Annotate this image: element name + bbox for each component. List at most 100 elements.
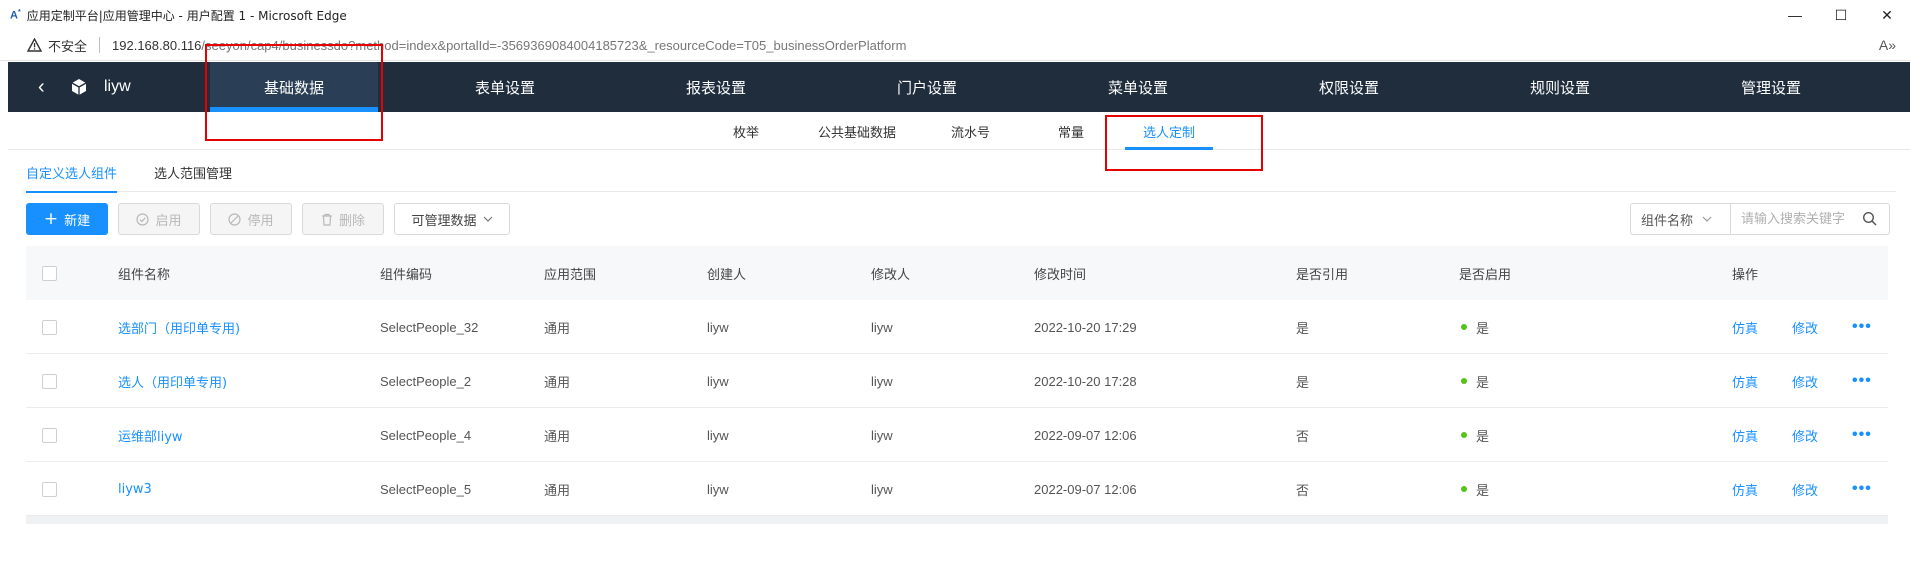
insecure-label[interactable]: 不安全 [48,36,87,55]
row-checkbox[interactable] [42,373,57,389]
subtab-constant[interactable]: 常量 [1058,112,1084,150]
col-header-creator: 创建人 [707,267,747,283]
enable-button-label: 启用 [155,213,182,229]
component-name-link[interactable]: 选人（用印单专用) [118,354,227,408]
enable-button[interactable]: 启用 [118,203,200,235]
new-button[interactable]: + 新建 [26,203,108,235]
subtab-public-basic-data[interactable]: 公共基础数据 [818,112,896,150]
sub-nav: 枚举 公共基础数据 流水号 常量 选人定制 [8,112,1910,150]
edit-button[interactable]: 修改 [1792,354,1818,408]
component-modifier: liyw [871,481,893,497]
component-modifier: liyw [871,319,893,335]
nav-tab-menu-settings[interactable]: 菜单设置 [1054,62,1222,112]
row-select-cell [42,462,57,516]
table-row: 选部门（用印单专用) SelectPeople_32 通用 liyw liyw … [26,300,1888,354]
subtab-enum[interactable]: 枚举 [733,112,759,150]
warning-icon[interactable] [26,37,42,53]
nav-tab-admin-settings[interactable]: 管理设置 [1687,62,1855,112]
close-button[interactable]: ✕ [1864,0,1910,30]
delete-button[interactable]: 删除 [302,203,384,235]
window-title: 应用定制平台|应用管理中心 - 用户配置 1 - Microsoft Edge [26,8,347,23]
component-scope: 通用 [544,429,571,445]
nav-tab-form-settings[interactable]: 表单设置 [421,62,589,112]
read-aloud-icon[interactable]: A» [1879,37,1896,53]
simulate-button[interactable]: 仿真 [1732,300,1758,354]
more-actions-icon[interactable]: ••• [1852,300,1872,354]
delete-button-label: 删除 [338,213,365,229]
nav-tab-rule-settings[interactable]: 规则设置 [1476,62,1644,112]
nav-tab-basic-data[interactable]: 基础数据 [210,62,378,112]
nav-tab-report-settings[interactable]: 报表设置 [632,62,800,112]
row-checkbox[interactable] [42,481,57,497]
subtab-serial-number[interactable]: 流水号 [951,112,990,150]
tab-custom-selector-component[interactable]: 自定义选人组件 [26,152,118,193]
current-user[interactable]: liyw [104,78,131,96]
subtab-custom-selector[interactable]: 选人定制 [1124,112,1214,150]
col-header-actions: 操作 [1732,267,1759,283]
component-modifier: liyw [871,427,893,443]
url-path: /seeyon/cap4/businessdo?method=index&por… [201,37,907,53]
component-modified-time: 2022-09-07 12:06 [1034,481,1137,497]
component-creator: liyw [707,373,729,389]
component-name-link[interactable]: liyw3 [118,462,152,516]
col-header-modified-time: 修改时间 [1034,267,1087,283]
address-bar[interactable]: 不安全 192.168.80.116/seeyon/cap4/businessd… [0,30,1910,61]
edit-button[interactable]: 修改 [1792,300,1818,354]
more-actions-icon[interactable]: ••• [1852,408,1872,462]
col-header-scope: 应用范围 [544,267,597,283]
select-all-checkbox[interactable] [42,265,57,281]
row-checkbox[interactable] [42,427,57,443]
component-enabled-status: 是 [1461,354,1489,408]
trash-icon [321,213,332,226]
row-select-cell [42,300,57,354]
search-field-select[interactable]: 组件名称 [1630,203,1730,235]
plus-icon: + [43,208,59,229]
simulate-button[interactable]: 仿真 [1732,354,1758,408]
cube-logo-icon [70,78,88,96]
component-enabled-status: 是 [1461,300,1489,354]
manage-data-dropdown[interactable]: 可管理数据 [394,203,510,235]
simulate-button[interactable]: 仿真 [1732,408,1758,462]
component-creator: liyw [707,319,729,335]
status-dot [1461,486,1467,492]
back-arrow-icon[interactable]: ‹ [38,76,60,99]
tab-selector-scope-management[interactable]: 选人范围管理 [154,152,232,192]
edit-button[interactable]: 修改 [1792,408,1818,462]
chevron-down-icon [1702,216,1712,222]
simulate-button[interactable]: 仿真 [1732,462,1758,516]
row-checkbox[interactable] [42,319,57,335]
component-name-link[interactable]: 运维部liyw [118,408,183,462]
url-text[interactable]: 192.168.80.116/seeyon/cap4/businessdo?me… [112,38,906,53]
status-text: 是 [1476,483,1490,499]
table-row: 运维部liyw SelectPeople_4 通用 liyw liyw 2022… [26,408,1888,462]
row-select-cell [42,354,57,408]
row-select-cell [42,408,57,462]
table-scroll-track[interactable] [26,516,1888,524]
component-name-link[interactable]: 选部门（用印单专用) [118,300,240,354]
col-header-modifier: 修改人 [871,267,911,283]
new-button-label: 新建 [64,213,91,229]
nav-tab-permission-settings[interactable]: 权限设置 [1265,62,1433,112]
component-table: 组件名称 组件编码 应用范围 创建人 修改人 修改时间 是否引用 是否启用 操作… [26,246,1888,516]
nav-tab-portal-settings[interactable]: 门户设置 [843,62,1011,112]
edit-button[interactable]: 修改 [1792,462,1818,516]
component-enabled-status: 是 [1461,408,1489,462]
component-referenced: 否 [1296,429,1310,445]
more-actions-icon[interactable]: ••• [1852,354,1872,408]
stop-circle-icon [228,212,242,226]
disable-button[interactable]: 停用 [210,203,292,235]
search-icon[interactable] [1862,211,1878,227]
chevron-down-icon [483,216,492,222]
component-referenced: 是 [1296,375,1310,391]
status-dot [1461,378,1467,384]
more-actions-icon[interactable]: ••• [1852,462,1872,516]
disable-button-label: 停用 [247,213,274,229]
address-divider [99,37,101,53]
maximize-button[interactable]: ☐ [1818,0,1864,30]
search-field-label: 组件名称 [1641,213,1694,229]
minimize-button[interactable]: — [1772,0,1818,30]
col-header-code: 组件编码 [380,267,433,283]
component-modified-time: 2022-10-20 17:28 [1034,373,1137,389]
status-dot [1461,432,1467,438]
table-row: liyw3 SelectPeople_5 通用 liyw liyw 2022-0… [26,462,1888,516]
